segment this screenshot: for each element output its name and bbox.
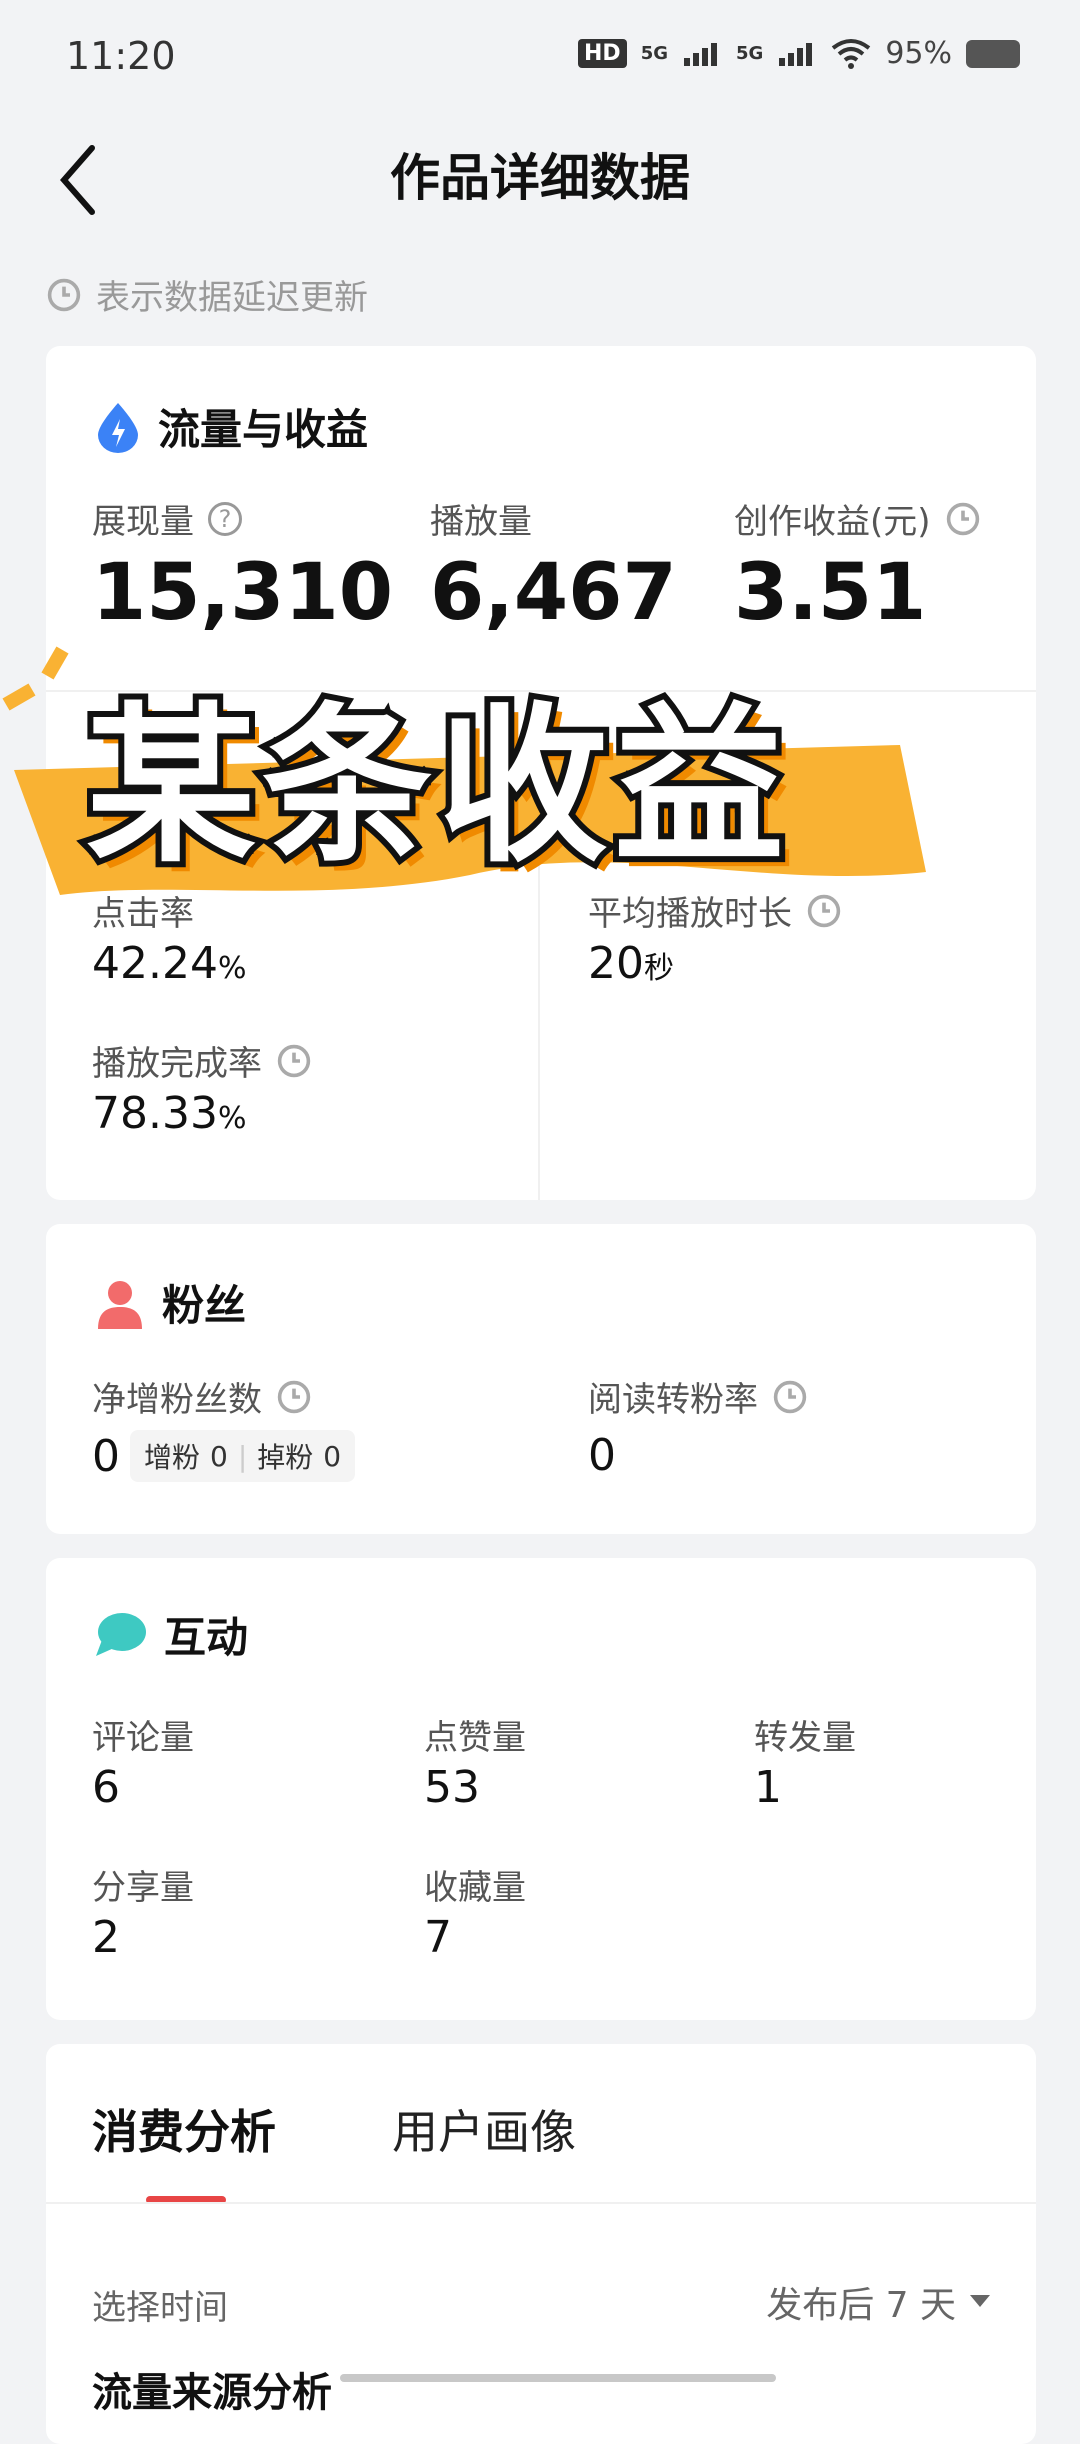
chat-bubble-icon: [96, 1612, 146, 1656]
time-select-label: 选择时间: [92, 2288, 228, 2328]
completion-value: 78.33%: [92, 1088, 246, 1139]
delay-notice: 表示数据延迟更新: [46, 270, 368, 319]
section-title: 流量来源分析: [92, 2370, 332, 2416]
signal-bars-icon-2: [779, 42, 813, 66]
impressions-value: 15,310: [92, 548, 393, 638]
forwards-value: 1: [754, 1762, 782, 1813]
impressions-label-text: 展现量: [92, 502, 194, 542]
signal-icon-2: 5G: [736, 43, 764, 64]
ctr-unit: %: [217, 951, 247, 986]
avg-time-value: 20秒: [588, 938, 674, 989]
traffic-card-title-text: 流量与收益: [158, 405, 369, 454]
completion-unit: %: [217, 1101, 247, 1136]
analysis-card: 消费分析 用户画像 选择时间 发布后 7 天 流量来源分析: [46, 2044, 1036, 2444]
impressions-label: 展现量 ?: [92, 494, 242, 543]
favorites-value: 7: [424, 1912, 452, 1963]
wifi-icon: [832, 38, 871, 69]
clock-icon: [946, 502, 979, 535]
net-fans-label: 净增粉丝数: [92, 1372, 312, 1421]
time-select-dropdown[interactable]: 发布后 7 天: [766, 2276, 990, 2328]
ctr-number: 42.24: [92, 938, 218, 989]
interaction-card-title-text: 互动: [164, 1613, 249, 1662]
avg-time-unit: 秒: [644, 951, 674, 986]
time-select-value: 发布后 7 天: [766, 2285, 956, 2326]
tab-users[interactable]: 用户画像: [392, 2096, 576, 2162]
lost-label: 掉粉: [257, 1441, 314, 1474]
clock-icon: [277, 1044, 311, 1077]
status-icons: HD 5G 5G 95%: [578, 36, 1020, 71]
status-time: 11:20: [66, 34, 176, 78]
help-icon[interactable]: ?: [208, 501, 242, 536]
overlay-text: 某条收益: [86, 688, 791, 886]
chevron-down-icon: [970, 2295, 990, 2307]
conv-label: 阅读转粉率: [588, 1372, 808, 1421]
net-fans-value: 0: [92, 1430, 120, 1482]
overlay-sticker: 某条收益 某条收益 某条收益: [0, 640, 1080, 920]
likes-label: 点赞量: [424, 1718, 526, 1758]
clock-icon: [47, 278, 81, 311]
fans-card: 粉丝 净增粉丝数 0 增粉 0 | 掉粉 0 阅读转粉率 0: [46, 1224, 1036, 1534]
forwards-label: 转发量: [754, 1718, 856, 1758]
battery-icon: [966, 39, 1020, 68]
avg-time-number: 20: [588, 938, 644, 989]
likes-value: 53: [424, 1762, 480, 1813]
page-title: 作品详细数据: [390, 149, 690, 207]
completion-label: 播放完成率: [92, 1036, 312, 1085]
favorites-label: 收藏量: [424, 1868, 526, 1908]
chip-divider: |: [237, 1439, 248, 1473]
status-bar: 11:20 HD 5G 5G 95%: [0, 0, 1080, 120]
home-indicator[interactable]: [340, 2374, 776, 2382]
traffic-card-title: 流量与收益: [94, 396, 368, 457]
gain-label: 增粉: [144, 1441, 201, 1474]
fans-card-title-text: 粉丝: [162, 1281, 247, 1330]
tab-consumption[interactable]: 消费分析: [92, 2096, 276, 2162]
interaction-card: 互动 评论量 6 点赞量 53 转发量 1 分享量 2 收藏量 7: [46, 1558, 1036, 2020]
fans-breakdown-chip: 增粉 0 | 掉粉 0: [130, 1430, 356, 1482]
net-fans-row: 0 增粉 0 | 掉粉 0: [92, 1430, 356, 1482]
revenue-value: 3.51: [734, 548, 927, 638]
tab-divider: [46, 2202, 1036, 2204]
person-icon: [98, 1280, 142, 1329]
clock-icon: [277, 1380, 311, 1413]
comments-value: 6: [92, 1762, 120, 1813]
clock-icon: [773, 1380, 807, 1413]
shares-value: 2: [92, 1912, 120, 1963]
comments-label: 评论量: [92, 1718, 194, 1758]
signal-bars-icon: [684, 42, 717, 66]
hd-icon: HD: [578, 39, 627, 68]
flow-droplet-icon: [98, 402, 138, 453]
plays-label: 播放量: [430, 502, 532, 542]
completion-number: 78.33: [92, 1088, 218, 1139]
lost-value: 0: [323, 1439, 342, 1473]
conv-label-text: 阅读转粉率: [588, 1380, 758, 1420]
revenue-label: 创作收益(元): [734, 494, 981, 543]
conv-value: 0: [588, 1430, 616, 1481]
shares-label: 分享量: [92, 1868, 194, 1908]
battery-percent: 95%: [885, 36, 952, 71]
plays-value: 6,467: [430, 548, 677, 638]
gain-value: 0: [210, 1439, 228, 1473]
net-fans-label-text: 净增粉丝数: [92, 1380, 262, 1420]
signal-icon-1: 5G: [640, 43, 668, 64]
revenue-label-text: 创作收益(元): [734, 502, 931, 542]
interaction-card-title: 互动: [94, 1604, 248, 1665]
completion-label-text: 播放完成率: [92, 1044, 262, 1084]
delay-notice-text: 表示数据延迟更新: [96, 278, 368, 318]
fans-card-title: 粉丝: [94, 1272, 246, 1333]
ctr-value: 42.24%: [92, 938, 246, 989]
